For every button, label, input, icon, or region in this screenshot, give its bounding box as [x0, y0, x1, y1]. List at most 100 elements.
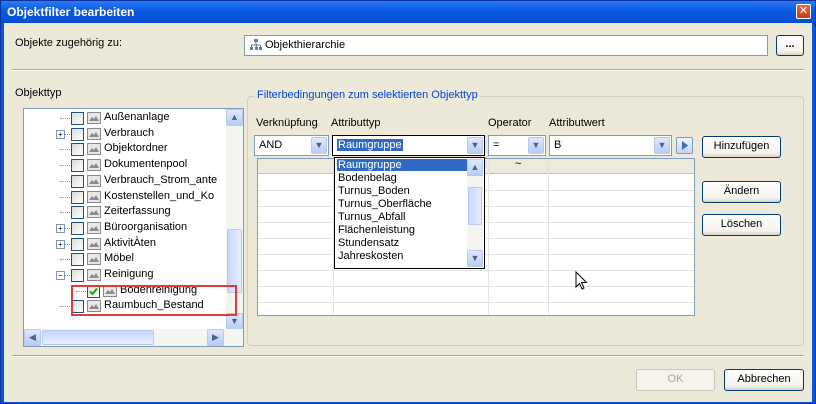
bottom-separator	[12, 355, 804, 357]
object-type-icon	[87, 127, 101, 140]
scroll-right-icon[interactable]: ▶	[207, 329, 224, 346]
tree-item[interactable]: Verbrauch_Strom_ante	[24, 173, 224, 189]
scroll-thumb[interactable]	[42, 330, 154, 345]
tree-item-label: Büroorganisation	[104, 220, 188, 233]
expand-icon[interactable]: +	[56, 129, 65, 139]
browse-button[interactable]: ...	[776, 35, 804, 56]
tree-connector	[60, 196, 70, 198]
tree-item-checkbox[interactable]	[71, 221, 84, 235]
tree-item-checkbox[interactable]	[71, 253, 84, 267]
expand-icon[interactable]: +	[56, 223, 65, 233]
object-type-icon	[87, 206, 101, 219]
scroll-up-icon[interactable]: ▲	[467, 159, 483, 176]
belongs-to-label: Objekte zugehörig zu:	[15, 37, 123, 49]
tree-item-label: AktivitÀten	[104, 236, 156, 249]
tree-connector	[60, 259, 70, 261]
tree-connector	[60, 118, 70, 119]
tree-item[interactable]: Dokumentenpool	[24, 157, 224, 173]
add-button[interactable]: Hinzufügen	[702, 136, 781, 158]
dialog-window: Objektfilter bearbeiten ✕ Objekte zugehö…	[0, 0, 816, 404]
tree-item[interactable]: Möbel	[24, 251, 224, 267]
title-bar[interactable]: Objektfilter bearbeiten ✕	[1, 1, 815, 23]
grid-divider	[548, 159, 549, 315]
cancel-button[interactable]: Abbrechen	[724, 369, 804, 391]
delete-button[interactable]: Löschen	[702, 214, 781, 236]
tree-item-checkbox[interactable]	[71, 159, 84, 173]
attrtype-combo[interactable]: Raumgruppe ▼	[332, 135, 485, 156]
attrtype-combo-value: Raumgruppe	[337, 139, 403, 151]
object-type-icon	[87, 237, 101, 250]
object-type-icon	[87, 159, 101, 172]
tree-item-label: Verbrauch_Strom_ante	[104, 173, 218, 186]
tree-item-checkbox[interactable]	[71, 174, 84, 188]
tree-item-checkbox[interactable]	[71, 127, 84, 141]
scroll-thumb[interactable]	[227, 229, 242, 293]
dropdown-option[interactable]: Turnus_Oberfläche	[337, 198, 467, 210]
dropdown-option[interactable]: Bodenbelag	[337, 172, 467, 184]
tree-item-checkbox[interactable]	[71, 206, 84, 220]
tree-item[interactable]: + Büroorganisation	[24, 220, 224, 236]
dropdown-option[interactable]: Jahreskosten	[337, 250, 467, 262]
tree-item-checkbox[interactable]	[71, 143, 84, 157]
scroll-up-icon[interactable]: ▲	[226, 109, 243, 126]
chevron-down-icon[interactable]: ▼	[311, 137, 327, 154]
tree-item-checkbox[interactable]	[71, 269, 84, 282]
window-title: Objektfilter bearbeiten	[7, 5, 135, 19]
value-combo-value: B	[554, 139, 562, 151]
tree-connector	[60, 149, 70, 151]
tree-hscrollbar[interactable]: ◀ ▶	[24, 329, 243, 346]
tree-item-checkbox[interactable]	[71, 190, 84, 204]
collapse-icon[interactable]: −	[56, 271, 65, 280]
chevron-down-icon[interactable]: ▼	[467, 137, 483, 154]
play-arrow-button[interactable]	[676, 137, 693, 154]
value-combo[interactable]: B ▼	[549, 135, 672, 156]
tree-item[interactable]: + AktivitÀten	[24, 236, 224, 252]
dropdown-option[interactable]: Turnus_Boden	[337, 185, 467, 197]
object-type-icon	[87, 253, 101, 266]
tree-item-checkbox[interactable]	[71, 112, 84, 125]
play-arrow-icon	[682, 141, 688, 150]
operator-combo[interactable]: = ▼	[488, 135, 546, 156]
dropdown-option[interactable]: Turnus_Abfall	[337, 211, 467, 223]
dropdown-option[interactable]: Stundensatz	[337, 237, 467, 249]
scroll-down-icon[interactable]: ▼	[467, 250, 483, 267]
tree-item[interactable]: + Verbrauch	[24, 126, 224, 142]
link-combo-value: AND	[259, 139, 283, 151]
tree-connector	[60, 212, 70, 214]
scroll-left-icon[interactable]: ◀	[24, 329, 41, 346]
chevron-down-icon[interactable]: ▼	[654, 137, 670, 154]
tree-item-checkbox[interactable]	[71, 237, 84, 251]
object-type-icon	[87, 190, 101, 203]
tree-item[interactable]: Außenanlage	[24, 110, 224, 126]
filter-group-title: Filterbedingungen zum selektierten Objek…	[255, 89, 480, 101]
change-button[interactable]: Ändern	[702, 181, 781, 203]
link-combo[interactable]: AND ▼	[254, 135, 329, 156]
close-button[interactable]: ✕	[796, 4, 811, 19]
grid-row-line	[258, 286, 694, 287]
object-type-icon	[87, 174, 101, 187]
ok-button[interactable]: OK	[636, 369, 715, 391]
dropdown-option[interactable]: Flächenleistung	[337, 224, 467, 236]
tree-item[interactable]: − Reinigung	[24, 267, 224, 283]
dropdown-scrollbar[interactable]: ▲ ▼	[467, 159, 483, 267]
tree-item-label: Dokumentenpool	[104, 158, 188, 171]
expand-icon[interactable]: +	[56, 239, 65, 249]
attrtype-dropdown-list[interactable]: Raumgruppe Bodenbelag Turnus_Boden Turnu…	[334, 157, 485, 269]
tree-item[interactable]: Zeiterfassung	[24, 204, 224, 220]
object-type-icon	[87, 269, 101, 281]
belongs-to-field[interactable]: Objekthierarchie	[244, 35, 768, 56]
grid-header-mark: ~	[515, 158, 522, 170]
tree-item-label: Zeiterfassung	[104, 205, 171, 218]
col-link-label: Verknüpfung	[256, 117, 318, 129]
tree-item-label: Möbel	[104, 252, 134, 265]
col-operator-label: Operator	[488, 117, 532, 129]
tree-item-label: Außenanlage	[104, 111, 170, 123]
col-attrtype-label: Attributtyp	[331, 117, 381, 129]
top-separator	[12, 69, 804, 71]
chevron-down-icon[interactable]: ▼	[528, 137, 544, 154]
operator-combo-value: =	[493, 139, 500, 151]
tree-item[interactable]: Objektordner	[24, 141, 224, 157]
tree-item[interactable]: Kostenstellen_und_Ko	[24, 189, 224, 205]
scroll-thumb[interactable]	[468, 187, 482, 225]
dropdown-option[interactable]: Raumgruppe	[337, 159, 467, 171]
